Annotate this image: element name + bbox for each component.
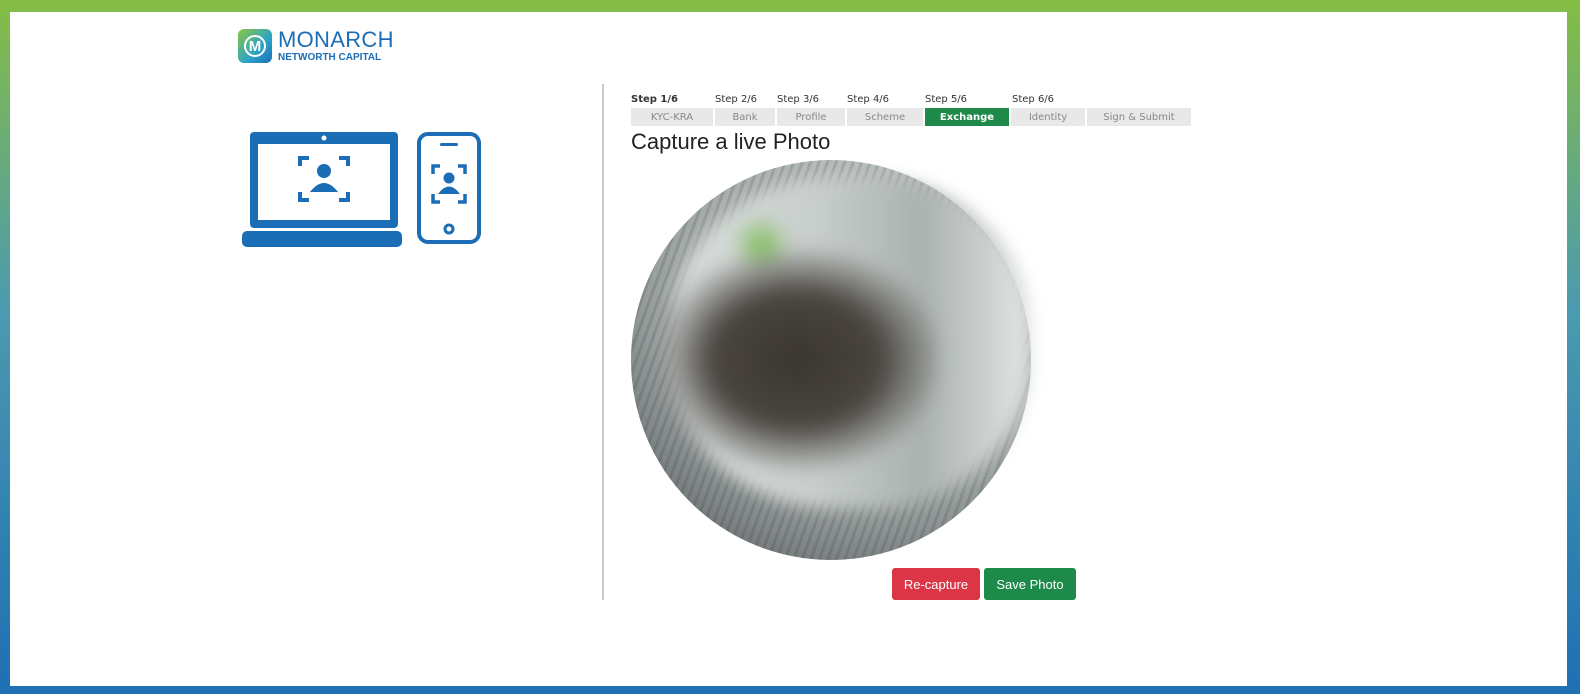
- step-identity[interactable]: Identity: [1011, 108, 1085, 126]
- brand-logo: M MONARCH NETWORTH CAPITAL: [238, 26, 394, 66]
- step-kyc-kra[interactable]: KYC-KRA: [631, 108, 713, 126]
- recapture-button[interactable]: Re-capture: [892, 568, 980, 600]
- phone-face-scan-icon: [417, 132, 481, 244]
- laptop-face-scan-icon: [242, 132, 402, 247]
- brand-subtitle: NETWORTH CAPITAL: [278, 52, 382, 63]
- step-bank[interactable]: Bank: [715, 108, 775, 126]
- page-title: Capture a live Photo: [631, 129, 831, 154]
- step-4-label: Step 4/6: [847, 94, 890, 105]
- step-1-label: Step 1/6: [631, 94, 678, 105]
- captured-face-photo: [671, 178, 1031, 508]
- step-progress-bar: Step 1/6 Step 2/6 Step 3/6 Step 4/6 Step…: [631, 94, 1191, 130]
- device-illustration: [242, 132, 481, 247]
- brand-name: MONARCH: [278, 27, 394, 52]
- live-photo-preview: [631, 160, 1031, 560]
- step-5-label: Step 5/6: [925, 94, 968, 105]
- content-frame: M MONARCH NETWORTH CAPITAL Step 1/6 Step…: [10, 12, 1567, 686]
- step-profile[interactable]: Profile: [777, 108, 845, 126]
- step-6-label: Step 6/6: [1012, 94, 1055, 105]
- step-sign-submit[interactable]: Sign & Submit: [1087, 108, 1191, 126]
- step-3-label: Step 3/6: [777, 94, 820, 105]
- vertical-divider: [602, 84, 604, 600]
- step-scheme[interactable]: Scheme: [847, 108, 923, 126]
- step-exchange[interactable]: Exchange: [925, 108, 1009, 126]
- monarch-logo-icon: M: [238, 29, 272, 63]
- save-photo-button[interactable]: Save Photo: [984, 568, 1076, 600]
- step-2-label: Step 2/6: [715, 94, 758, 105]
